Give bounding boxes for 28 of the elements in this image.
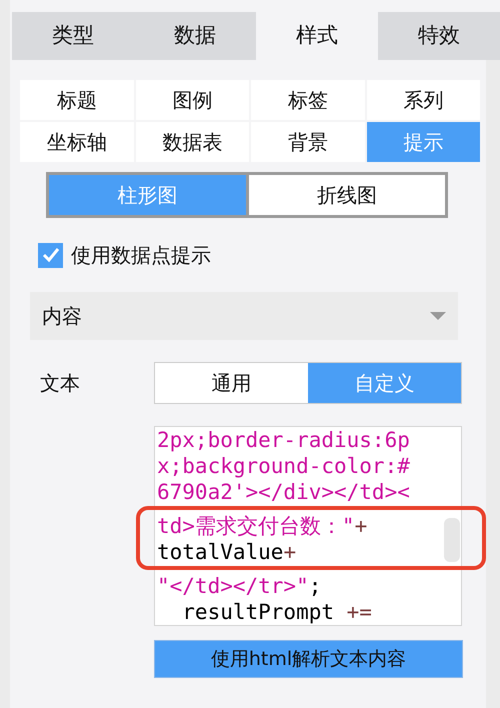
- scrollbar-thumb[interactable]: [444, 518, 460, 562]
- sub-tab[interactable]: 数据表: [136, 122, 249, 162]
- section-header[interactable]: 内容: [30, 292, 458, 340]
- sub-tab[interactable]: 背景: [251, 122, 364, 162]
- sub-tab[interactable]: 标签: [251, 80, 364, 120]
- checkbox[interactable]: [38, 242, 63, 268]
- code-line: x;background-color:#: [157, 453, 410, 479]
- main-tab[interactable]: 特效: [378, 12, 500, 60]
- main-tab[interactable]: 类型: [12, 12, 134, 60]
- checkbox-label: 使用数据点提示: [71, 242, 211, 269]
- sub-tab[interactable]: 坐标轴: [20, 122, 134, 162]
- dropdown-caret-icon: [430, 311, 446, 321]
- sub-tab[interactable]: 标题: [20, 80, 134, 120]
- chart-type-tab[interactable]: 折线图: [246, 175, 445, 215]
- code-line: resultPrompt +=: [181, 599, 372, 625]
- code-line: "</td></tr>";: [157, 573, 322, 599]
- section-title: 内容: [42, 303, 82, 330]
- text-mode-option[interactable]: 通用: [155, 363, 308, 403]
- parse-html-button[interactable]: 使用html解析文本内容: [154, 640, 463, 678]
- text-label: 文本: [40, 370, 81, 397]
- code-line: totalValue+: [157, 539, 296, 565]
- main-tab[interactable]: 数据: [134, 12, 256, 60]
- code-line: 6790a2'></div></td><: [157, 479, 410, 505]
- sub-tab[interactable]: 图例: [136, 80, 249, 120]
- code-editor[interactable]: 2px;border-radius:6p x;background-color:# 6790a2'></div></td>< td>需求交付台数："+ totalValue+ "</td></tr>"; resultPrompt +=: [154, 426, 462, 626]
- code-line: td>需求交付台数："+: [157, 513, 368, 539]
- sub-tab[interactable]: 系列: [366, 80, 480, 120]
- code-line: 2px;border-radius:6p: [157, 427, 410, 453]
